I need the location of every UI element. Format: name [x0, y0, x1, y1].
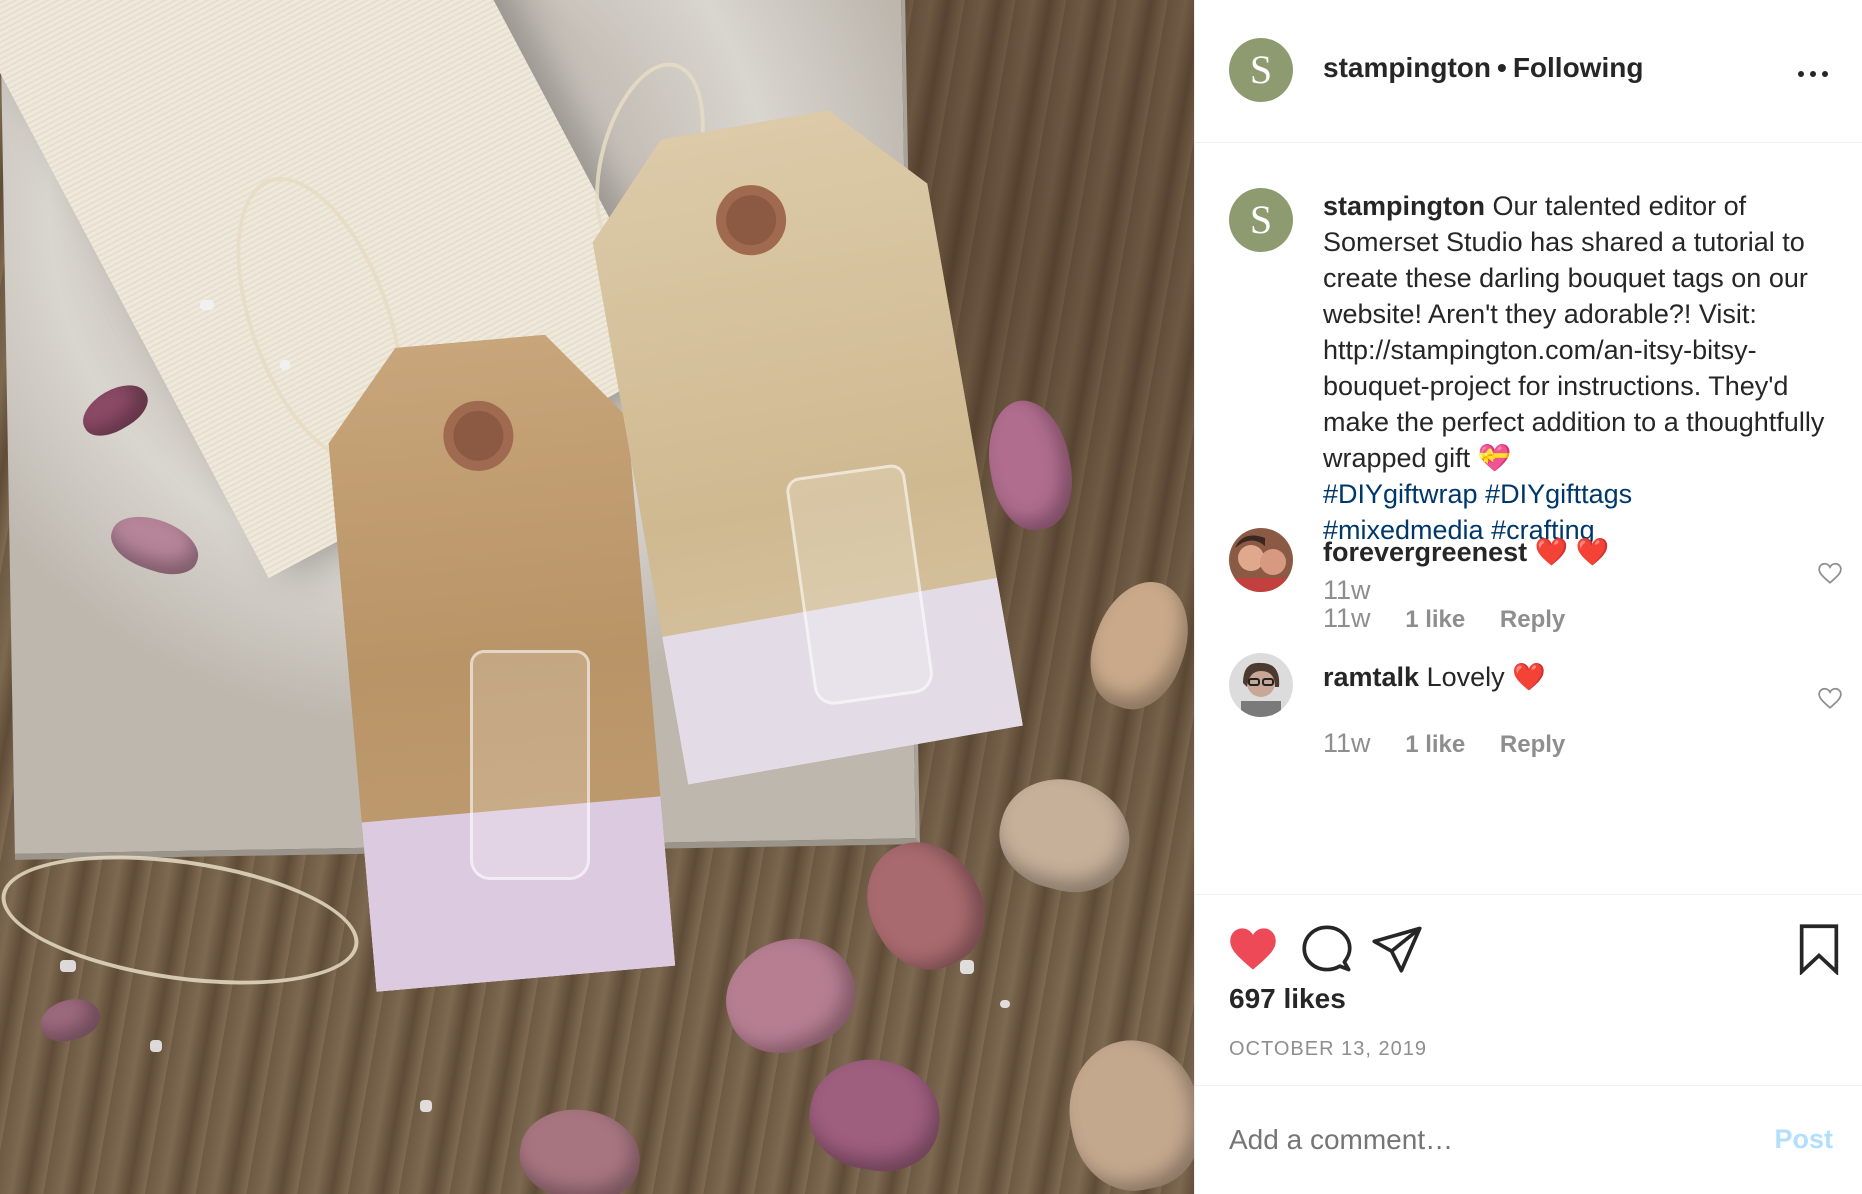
comment-bubble-icon[interactable]	[1301, 923, 1353, 975]
red-heart-emoji: ❤️	[1512, 662, 1546, 692]
commenter-avatar[interactable]	[1229, 653, 1293, 717]
caption-avatar[interactable]: S	[1229, 188, 1293, 252]
comment-item: forevergreenest ❤️ ❤️ 11w 1 like Reply	[1229, 528, 1849, 638]
salt-crystal	[60, 960, 76, 972]
likes-count[interactable]: 697 likes	[1229, 983, 1346, 1015]
like-comment-heart-icon[interactable]	[1817, 560, 1843, 586]
rosebud	[801, 1049, 949, 1181]
separator-dot: •	[1497, 52, 1507, 83]
rosebud	[987, 765, 1143, 905]
hashtag-link[interactable]: #DIYgifttags	[1485, 479, 1632, 509]
post-date: OCTOBER 13, 2019	[1229, 1038, 1427, 1060]
paper-plane-icon[interactable]	[1371, 923, 1423, 975]
salt-crystal	[960, 960, 974, 974]
salt-crystal	[420, 1100, 432, 1112]
comment-timestamp[interactable]: 11w	[1323, 728, 1371, 758]
comment-body: ramtalk Lovely ❤️	[1323, 661, 1773, 693]
author-line: stampington • Following	[1323, 52, 1643, 84]
post-side-panel: S stampington • Following S stampington Ou…	[1194, 0, 1862, 1194]
comment-body: forevergreenest ❤️ ❤️	[1323, 536, 1773, 568]
avatar-letter: S	[1249, 47, 1273, 92]
more-options-icon[interactable]	[1793, 54, 1833, 94]
post-comment-button[interactable]: Post	[1774, 1124, 1833, 1155]
following-button[interactable]: Following	[1513, 52, 1644, 83]
comment-item: ramtalk Lovely ❤️ 11w 1 like Reply	[1229, 653, 1849, 763]
rosebud	[514, 1102, 646, 1194]
rosebud	[844, 821, 1006, 989]
add-comment-input[interactable]	[1229, 1120, 1729, 1160]
comments-section[interactable]: S stampington Our talented editor of Som…	[1195, 143, 1862, 895]
caption-body: Our talented editor of Somerset Studio h…	[1323, 191, 1825, 473]
author-username[interactable]: stampington	[1323, 52, 1491, 83]
add-comment-bar: Post	[1195, 1085, 1862, 1194]
bookmark-icon[interactable]	[1793, 923, 1845, 975]
reply-button[interactable]: Reply	[1500, 731, 1565, 758]
salt-crystal	[1000, 1000, 1010, 1008]
glass-jar	[470, 650, 590, 880]
rose-petal	[35, 992, 105, 1048]
comment-likes[interactable]: 1 like	[1405, 731, 1465, 758]
post-image[interactable]	[0, 0, 1194, 1194]
twine	[0, 835, 367, 1005]
rosebud	[1055, 1028, 1194, 1194]
salt-crystal	[280, 360, 290, 370]
commenter-username[interactable]: forevergreenest	[1323, 537, 1527, 567]
author-avatar[interactable]: S	[1229, 38, 1293, 102]
heart-filled-icon[interactable]	[1227, 923, 1279, 975]
comment-text: Lovely	[1426, 662, 1505, 692]
like-comment-heart-icon[interactable]	[1817, 685, 1843, 711]
rosebud	[710, 921, 870, 1069]
gift-heart-emoji: 💝	[1477, 443, 1512, 473]
rosebud	[979, 394, 1081, 536]
salt-crystal	[200, 300, 214, 310]
comment-meta: 11w 1 like Reply	[1323, 603, 1565, 634]
salt-crystal	[150, 1040, 162, 1052]
caption-username[interactable]: stampington	[1323, 191, 1485, 221]
comment-likes[interactable]: 1 like	[1405, 606, 1465, 633]
caption-text: stampington Our talented editor of Somer…	[1323, 188, 1843, 548]
post-header: S stampington • Following	[1195, 0, 1862, 143]
tag-hole	[711, 180, 792, 261]
tag-hole	[440, 398, 516, 474]
reply-button[interactable]: Reply	[1500, 606, 1565, 633]
red-heart-emoji: ❤️ ❤️	[1534, 537, 1610, 567]
comment-meta: 11w 1 like Reply	[1323, 728, 1565, 759]
rosebud	[1075, 568, 1194, 722]
comment-timestamp[interactable]: 11w	[1323, 603, 1371, 633]
commenter-username[interactable]: ramtalk	[1323, 662, 1419, 692]
avatar-letter: S	[1249, 197, 1273, 242]
commenter-avatar[interactable]	[1229, 528, 1293, 592]
hashtag-link[interactable]: #DIYgiftwrap	[1323, 479, 1478, 509]
